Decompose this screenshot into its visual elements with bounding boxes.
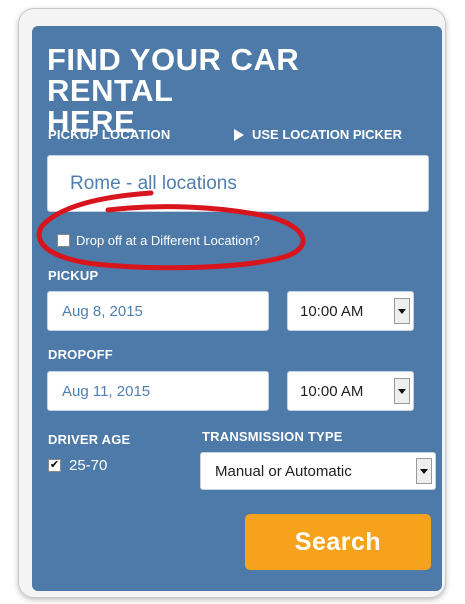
dropoff-different-checkbox[interactable] [57,234,70,247]
driver-age-label: DRIVER AGE [48,432,131,447]
dropoff-time-value: 10:00 AM [300,382,364,400]
driver-age-checkbox[interactable]: ✔ [48,459,61,472]
dropoff-date-value: Aug 11, 2015 [62,382,151,400]
dropoff-different-location-option[interactable]: Drop off at a Different Location? [57,233,260,248]
dropoff-time-select[interactable]: 10:00 AM [287,371,414,411]
transmission-type-value: Manual or Automatic [215,462,352,480]
pickup-label: PICKUP [48,268,99,283]
pickup-date-input[interactable]: Aug 8, 2015 [47,291,269,331]
pickup-location-label: PICKUP LOCATION [48,127,171,142]
transmission-type-select[interactable]: Manual or Automatic [200,452,436,490]
pickup-location-input[interactable]: Rome - all locations [47,155,429,212]
transmission-type-label: TRANSMISSION TYPE [202,429,343,444]
pickup-time-select[interactable]: 10:00 AM [287,291,414,331]
driver-age-option[interactable]: ✔ 25-70 [48,457,107,474]
chevron-down-icon[interactable] [394,298,410,324]
form-title-line-1: FIND YOUR CAR RENTAL [47,42,300,108]
driver-age-value: 25-70 [69,457,108,474]
play-triangle-icon [234,128,244,141]
search-button[interactable]: Search [245,514,431,570]
use-location-picker-link[interactable]: USE LOCATION PICKER [234,127,402,142]
dropoff-date-input[interactable]: Aug 11, 2015 [47,371,269,411]
form-title: FIND YOUR CAR RENTAL HERE [47,44,427,137]
chevron-down-icon[interactable] [394,378,410,404]
dropoff-different-label: Drop off at a Different Location? [76,233,260,248]
pickup-date-value: Aug 8, 2015 [62,302,143,320]
chevron-down-icon[interactable] [416,458,432,484]
pickup-location-value: Rome - all locations [70,172,237,194]
dropoff-label: DROPOFF [48,347,113,362]
pickup-time-value: 10:00 AM [300,302,364,320]
use-location-picker-label: USE LOCATION PICKER [252,127,402,142]
